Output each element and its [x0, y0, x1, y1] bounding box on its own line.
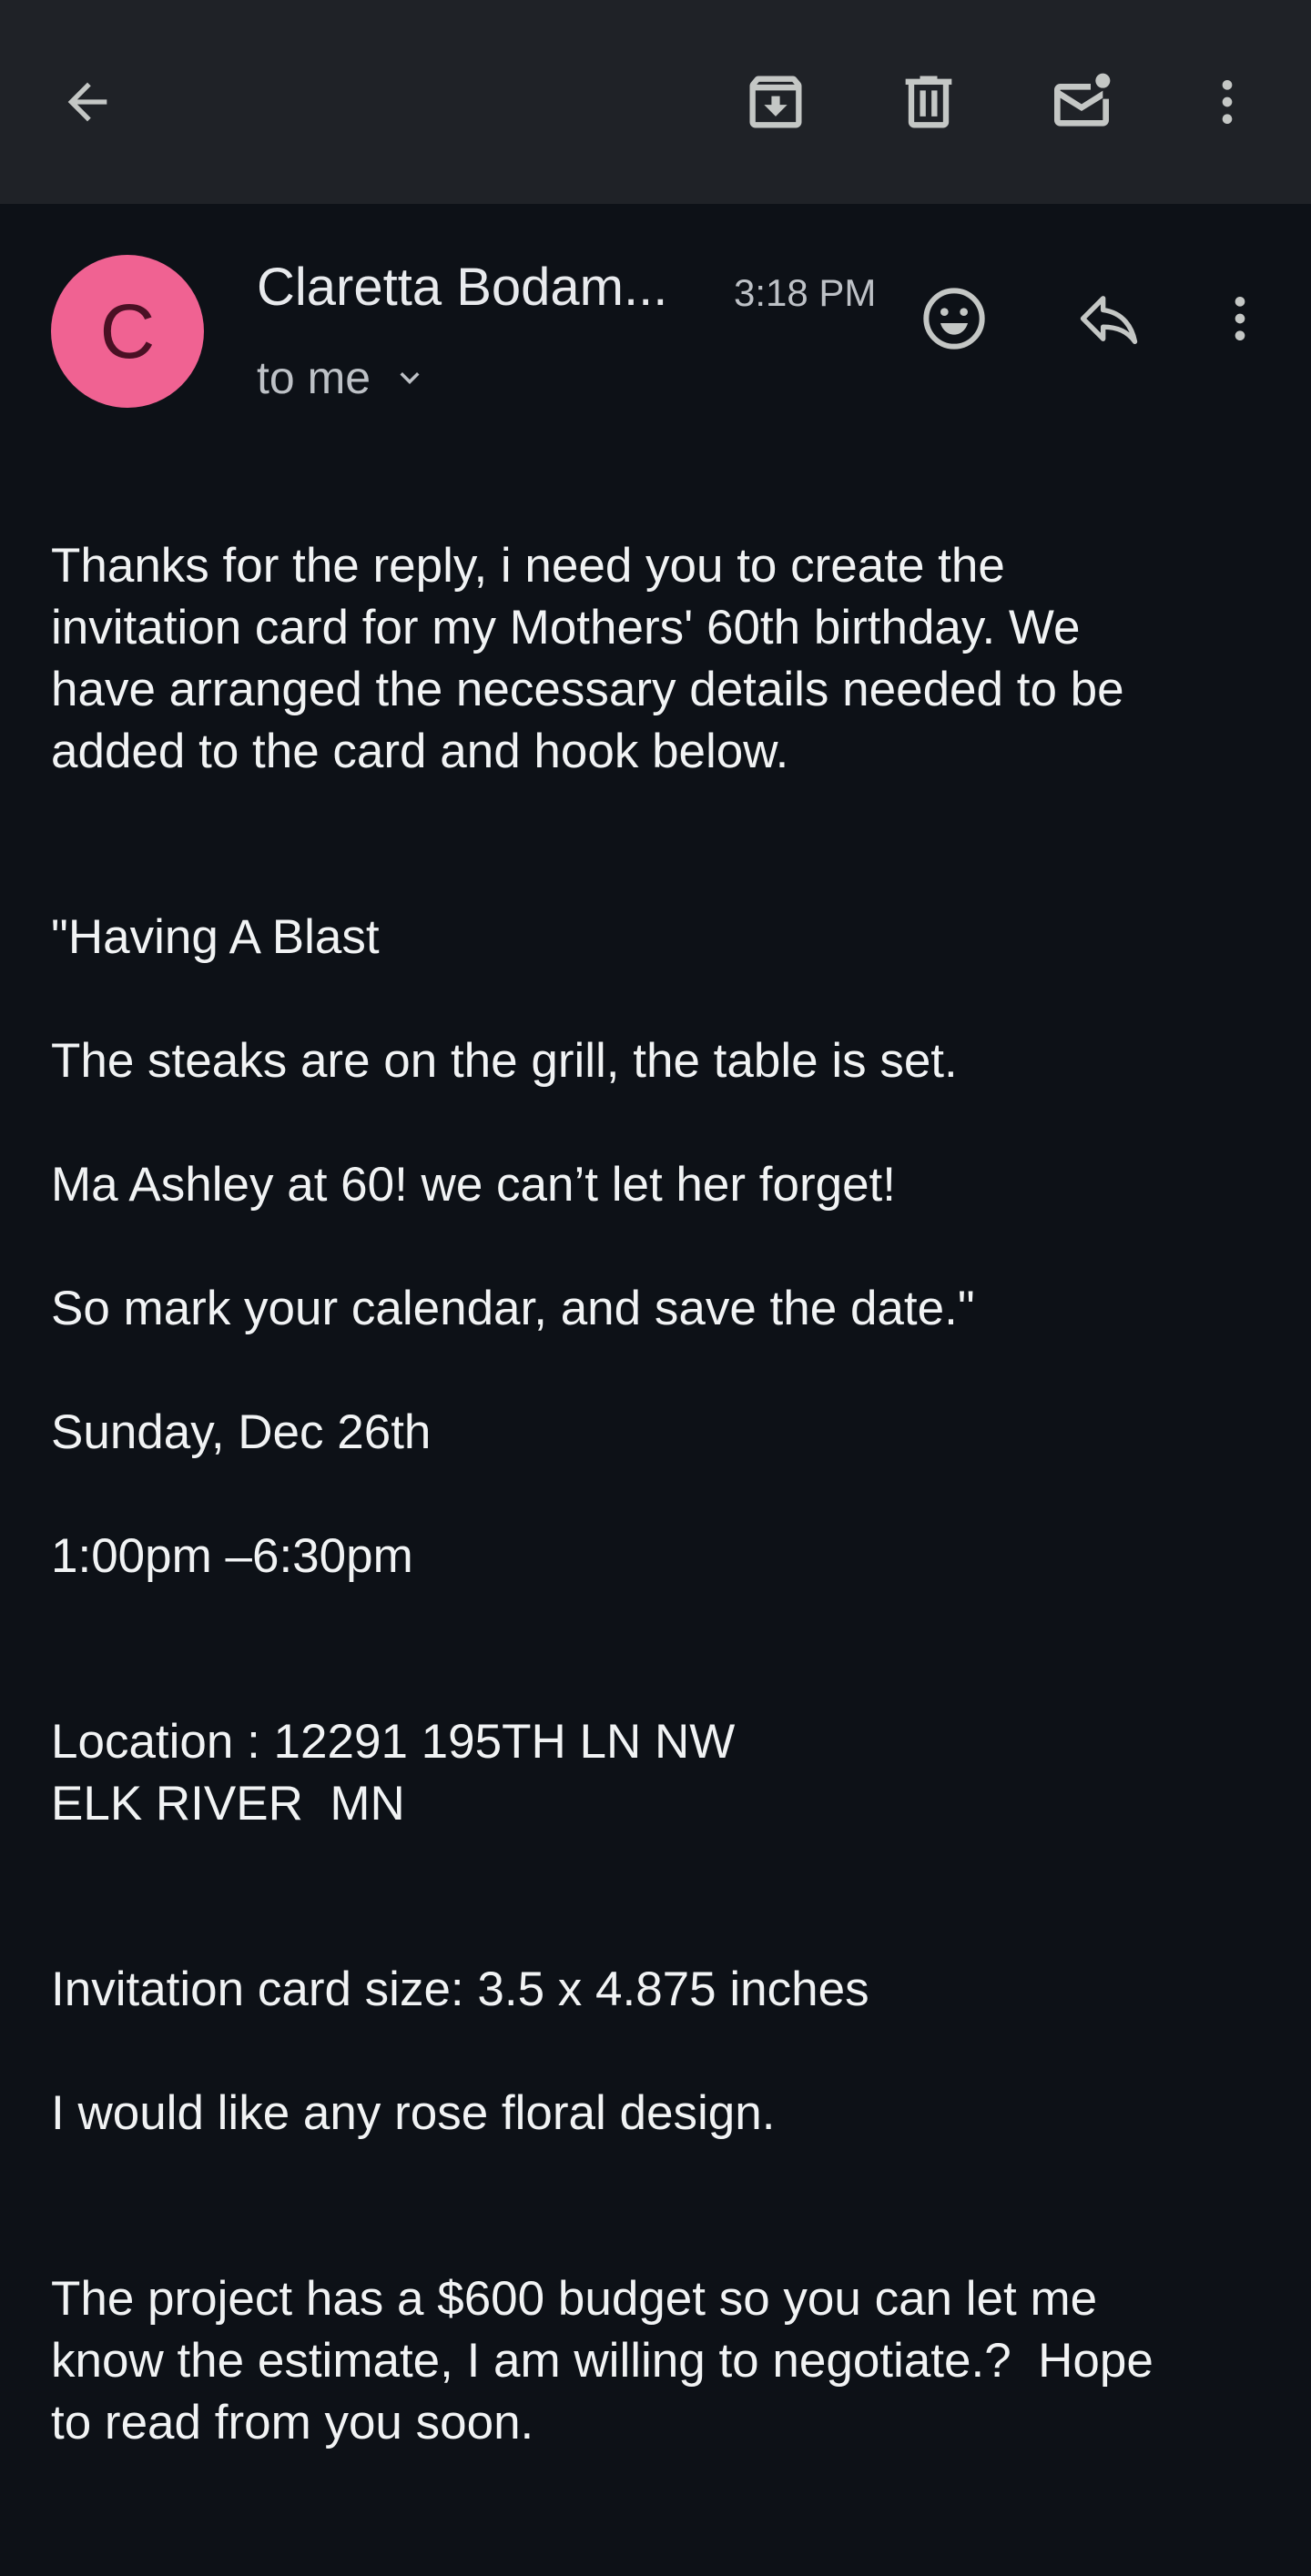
- reply-button[interactable]: [1063, 273, 1154, 364]
- message-time: 3:18 PM: [734, 271, 877, 314]
- recipient-label: to me: [257, 352, 371, 403]
- body-poem-line-1: "Having A Blast: [51, 910, 380, 964]
- trash-icon: [905, 76, 952, 128]
- body-event-time: 1:00pm –6:30pm: [51, 1529, 413, 1583]
- body-budget: The project has a $600 budget so you can…: [51, 2272, 1153, 2449]
- back-button[interactable]: [42, 56, 133, 147]
- more-vertical-icon: [1222, 80, 1233, 124]
- avatar-letter: C: [99, 289, 156, 374]
- message-header: C Claretta Bodam... 3:18 PM to me: [0, 204, 1311, 441]
- more-vertical-icon: [1235, 297, 1245, 340]
- top-toolbar: [0, 0, 1311, 204]
- body-poem-line-4: So mark your calendar, and save the date…: [51, 1282, 975, 1335]
- sender-name[interactable]: Claretta Bodam...: [257, 257, 667, 318]
- mark-unread-button[interactable]: [1036, 56, 1127, 147]
- message-more-button[interactable]: [1194, 273, 1286, 364]
- archive-icon: [749, 76, 802, 128]
- delete-button[interactable]: [883, 56, 974, 147]
- chevron-down-icon: [400, 372, 420, 384]
- body-intro: Thanks for the reply, i need you to crea…: [51, 539, 1124, 778]
- archive-button[interactable]: [730, 56, 821, 147]
- body-location: Location : 12291 195TH LN NW ELK RIVER M…: [51, 1715, 736, 1831]
- avatar[interactable]: C: [51, 255, 204, 408]
- more-options-button[interactable]: [1182, 56, 1273, 147]
- react-button[interactable]: [909, 273, 1000, 364]
- reply-icon: [1080, 296, 1138, 345]
- arrow-left-icon: [67, 82, 107, 122]
- body-card-size: Invitation card size: 3.5 x 4.875 inches: [51, 1962, 869, 2016]
- emoji-icon: [923, 288, 985, 350]
- mail-unread-icon: [1054, 73, 1111, 127]
- recipient-details-toggle[interactable]: to me: [257, 351, 429, 404]
- body-event-date: Sunday, Dec 26th: [51, 1405, 432, 1459]
- body-poem-line-3: Ma Ashley at 60! we can’t let her forget…: [51, 1158, 896, 1212]
- body-poem-line-2: The steaks are on the grill, the table i…: [51, 1034, 958, 1088]
- body-design: I would like any rose floral design.: [51, 2086, 776, 2140]
